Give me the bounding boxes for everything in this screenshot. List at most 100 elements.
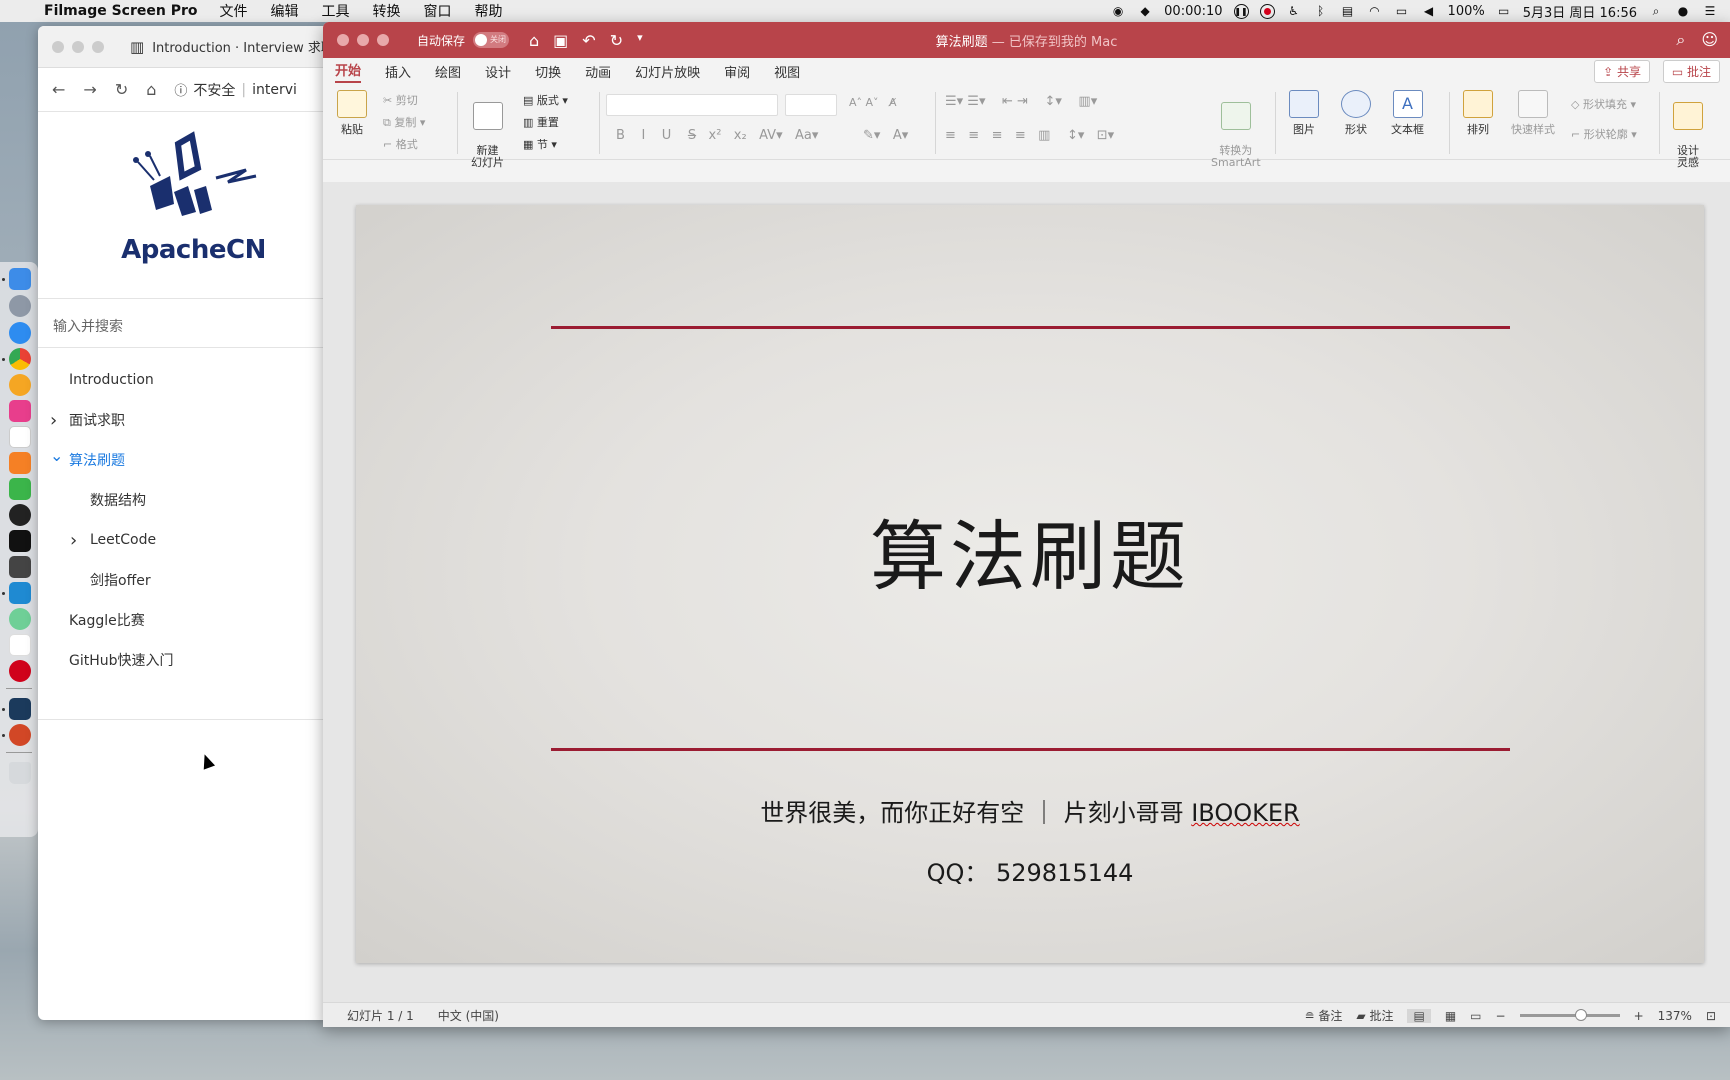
safari-icon[interactable] (9, 322, 31, 344)
flag-icon[interactable]: ▤ (1340, 3, 1356, 19)
vscode-icon[interactable] (9, 582, 31, 604)
green-app-icon[interactable] (9, 608, 31, 630)
convert-smartart-button[interactable]: 转换为 SmartArt (1211, 90, 1261, 169)
nav-item-algorithms[interactable]: ⌄ 算法刷题 (38, 440, 328, 480)
pink-app-icon[interactable] (9, 400, 31, 422)
menu-edit[interactable]: 编辑 (271, 1, 299, 21)
close-button[interactable] (337, 34, 349, 46)
slide-subtitle[interactable]: 世界很美，而你正好有空 ｜ 片刻小哥哥 IBOOKER (356, 793, 1704, 828)
notes-button[interactable]: ≘ 备注 (1305, 1007, 1343, 1024)
tab-slideshow[interactable]: 幻灯片放映 (635, 62, 700, 81)
designer-button[interactable]: 设计 灵感 (1673, 90, 1703, 169)
filmage-icon[interactable] (9, 698, 31, 720)
slide-1[interactable]: 算法刷题 世界很美，而你正好有空 ｜ 片刻小哥哥 IBOOKER QQ： 529… (356, 205, 1704, 963)
chevron-right-icon[interactable]: › (70, 530, 77, 551)
minimize-button[interactable] (72, 40, 84, 53)
search-input[interactable]: 输入并搜索 (38, 298, 328, 348)
textbox-button[interactable]: A 文本框 (1391, 90, 1424, 137)
tab-draw[interactable]: 绘图 (435, 62, 461, 81)
highlight-color-buttons[interactable]: ✎▾ A▾ (863, 128, 908, 143)
shape-fill-button[interactable]: ◇ 形状填充 ▾ (1571, 96, 1636, 112)
menu-convert[interactable]: 转换 (373, 1, 401, 21)
search-icon[interactable]: ⌕ (1676, 30, 1685, 50)
zoom-slider[interactable] (1519, 1009, 1620, 1021)
wifi-icon[interactable]: ◠ (1367, 3, 1383, 19)
paste-button[interactable]: 粘贴 (337, 90, 367, 137)
wechat-icon[interactable] (9, 478, 31, 500)
tab-design[interactable]: 设计 (485, 62, 511, 81)
format-painter-button[interactable]: ⌐ 格式 (383, 136, 418, 152)
forward-icon[interactable]: → (83, 80, 96, 99)
tab-transitions[interactable]: 切换 (535, 62, 561, 81)
nav-item-offer[interactable]: 剑指offer (38, 560, 328, 600)
airplay-icon[interactable]: ▭ (1394, 3, 1410, 19)
redo-icon[interactable]: ↻ (610, 31, 623, 50)
gmail-icon[interactable] (9, 634, 31, 656)
tab-view[interactable]: 视图 (774, 62, 800, 81)
list-buttons[interactable]: ☰▾ ☰▾ ⇤ ⇥ ↕▾ ▥▾ (945, 94, 1097, 109)
tab-home[interactable]: 开始 (335, 60, 362, 83)
reset-button[interactable]: ▥ 重置 (523, 114, 559, 130)
spotlight-search-icon[interactable]: ⌕ (1648, 3, 1664, 19)
arrange-button[interactable]: 排列 (1463, 90, 1493, 137)
minimize-button[interactable] (357, 34, 369, 46)
zoom-slider-thumb[interactable] (1574, 1009, 1587, 1021)
nav-item-introduction[interactable]: Introduction (38, 360, 328, 400)
home-icon[interactable]: ⌂ (529, 31, 539, 50)
font-size-select[interactable] (785, 94, 837, 116)
comments-button[interactable]: ▭ 批注 (1662, 60, 1720, 83)
language-indicator[interactable]: 中文 (中国) (438, 1007, 499, 1024)
autosave-toggle[interactable]: 关闭 (473, 32, 510, 48)
align-buttons[interactable]: ≡ ≡ ≡ ≡ ▥ ↕▾ ⊡▾ (945, 128, 1114, 143)
zoom-button[interactable] (377, 34, 389, 46)
tab-insert[interactable]: 插入 (385, 62, 411, 81)
browser-tab[interactable]: ▥ Introduction · Interview 求职 (130, 37, 328, 57)
qq-icon[interactable] (9, 504, 31, 526)
nav-item-interview[interactable]: › 面试求职 (38, 400, 328, 440)
notification-icon[interactable]: ◆ (1137, 3, 1153, 19)
font-size-controls[interactable]: A˄ A˅ A̸ (849, 96, 897, 109)
tab-review[interactable]: 审阅 (724, 62, 750, 81)
presenter-view-icon[interactable]: ▭ (1470, 1009, 1481, 1023)
slide-qq[interactable]: QQ： 529815144 (356, 853, 1704, 888)
trash-icon[interactable] (9, 762, 31, 784)
code-app-icon[interactable] (9, 556, 31, 578)
new-slide-button[interactable]: 新建 幻灯片 (471, 90, 504, 169)
section-button[interactable]: ▦ 节 ▾ (523, 136, 557, 152)
zoom-level[interactable]: 137% (1658, 1009, 1692, 1023)
nav-item-github[interactable]: GitHub快速入门 (38, 640, 328, 680)
reload-icon[interactable]: ↻ (115, 80, 128, 99)
chevron-right-icon[interactable]: › (50, 410, 57, 431)
bluetooth-icon[interactable]: ᛒ (1313, 3, 1329, 19)
quick-styles-button[interactable]: 快速样式 (1511, 90, 1555, 137)
close-button[interactable] (52, 40, 64, 53)
share-button[interactable]: ⇪ 共享 (1594, 60, 1650, 83)
back-icon[interactable]: ← (52, 80, 65, 99)
calendar-icon[interactable] (9, 426, 31, 448)
shape-button[interactable]: 形状 (1341, 90, 1371, 137)
battery-icon[interactable]: ▭ (1496, 3, 1512, 19)
font-style-buttons[interactable]: B I U S̶ x² x₂ AV▾ Aa▾ (616, 128, 818, 143)
home-icon[interactable]: ⌂ (146, 80, 156, 99)
pause-icon[interactable]: ❚❚ (1233, 3, 1249, 19)
undo-icon[interactable]: ↶ (582, 31, 595, 50)
volume-icon[interactable]: ◀ (1421, 3, 1437, 19)
slide-sorter-icon[interactable]: ▦ (1445, 1009, 1456, 1023)
layout-button[interactable]: ▤ 版式 ▾ (523, 92, 568, 108)
menu-tools[interactable]: 工具 (322, 1, 350, 21)
normal-view-icon[interactable]: ▤ (1407, 1008, 1431, 1023)
shape-outline-button[interactable]: ⌐ 形状轮廓 ▾ (1571, 126, 1637, 142)
nav-item-kaggle[interactable]: Kaggle比赛 (38, 600, 328, 640)
save-icon[interactable]: ▣ (553, 31, 568, 50)
recorder-app-icon[interactable]: ◉ (1110, 3, 1126, 19)
orange-app-icon[interactable] (9, 374, 31, 396)
chrome-icon[interactable] (9, 348, 31, 370)
zoom-in-icon[interactable]: + (1634, 1009, 1644, 1023)
customize-toolbar-icon[interactable]: ▾ (637, 31, 643, 50)
comments-status-button[interactable]: ▰ 批注 (1356, 1007, 1393, 1024)
menu-help[interactable]: 帮助 (475, 1, 503, 21)
cut-button[interactable]: ✂ 剪切 (383, 92, 418, 108)
nav-item-data-structures[interactable]: 数据结构 (38, 480, 328, 520)
powerpoint-icon[interactable] (9, 724, 31, 746)
address-bar[interactable]: ⓘ 不安全 | intervi (174, 80, 297, 100)
